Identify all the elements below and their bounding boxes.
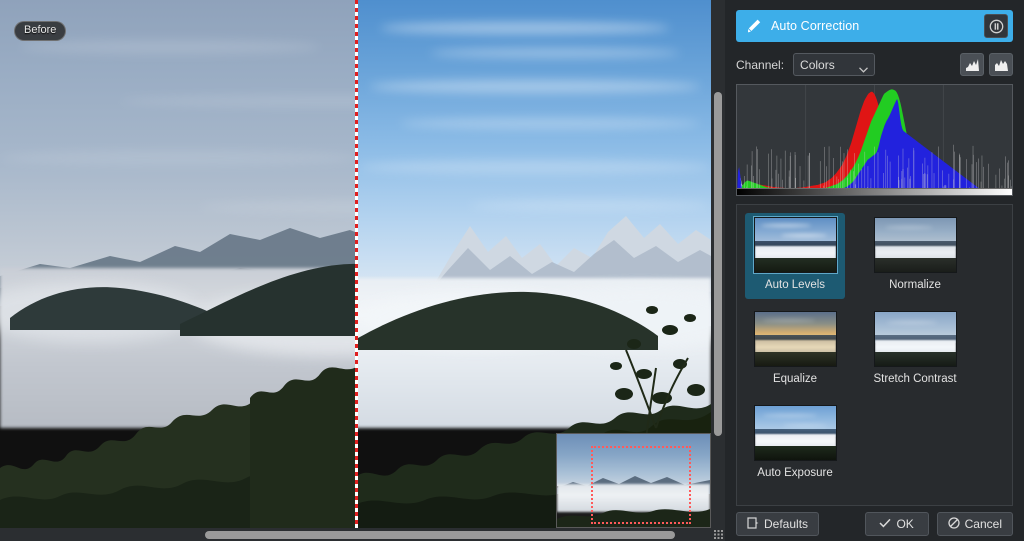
- channel-select-value: Colors: [800, 58, 835, 72]
- image-preview-canvas[interactable]: Before: [0, 0, 711, 528]
- preset-thumbnail: [754, 217, 837, 273]
- cancel-icon: [948, 517, 960, 532]
- preview-before-pane: Before: [0, 0, 357, 528]
- preset-stretch-contrast[interactable]: Stretch Contrast: [865, 307, 965, 393]
- channel-label: Channel:: [736, 58, 784, 72]
- channel-select[interactable]: Colors: [793, 53, 875, 76]
- check-icon: [879, 517, 891, 532]
- preset-label: Auto Levels: [765, 278, 825, 292]
- preview-vertical-scrollbar[interactable]: [711, 0, 725, 528]
- magic-wand-icon: [746, 18, 762, 34]
- tool-settings-panel: Auto Correction Channel: Colors Auto Lev…: [725, 0, 1024, 541]
- preset-thumbnail: [874, 311, 957, 367]
- preset-equalize[interactable]: Equalize: [745, 307, 845, 393]
- chevron-down-icon: [859, 62, 868, 76]
- dialog-footer: Defaults OK Cancel: [736, 512, 1013, 536]
- defaults-button[interactable]: Defaults: [736, 512, 819, 536]
- resize-grip[interactable]: [711, 528, 725, 541]
- preset-thumbnail: [874, 217, 957, 273]
- preview-horizontal-scrollbar[interactable]: [0, 528, 711, 541]
- revert-icon: [747, 517, 759, 532]
- cancel-button-label: Cancel: [965, 517, 1002, 531]
- ok-button[interactable]: OK: [865, 512, 929, 536]
- histogram-tonal-gradient-bar: [737, 188, 1012, 195]
- before-label: Before: [14, 21, 66, 41]
- navigator-viewport-selection[interactable]: [591, 446, 691, 524]
- histogram-linear-icon[interactable]: [960, 53, 984, 76]
- preset-normalize[interactable]: Normalize: [865, 213, 965, 299]
- navigator-thumbnail[interactable]: [556, 433, 711, 528]
- preset-auto-exposure[interactable]: Auto Exposure: [745, 401, 845, 487]
- preview-vertical-scrollbar-thumb[interactable]: [714, 92, 722, 436]
- preset-auto-levels[interactable]: Auto Levels: [745, 213, 845, 299]
- histogram-plot: [737, 85, 1012, 195]
- cancel-button[interactable]: Cancel: [937, 512, 1013, 536]
- preset-label: Normalize: [889, 278, 941, 292]
- auto-correction-dialog: Before Auto Correction Channel: Colors A…: [0, 0, 1024, 541]
- foreground-shrub-before: [250, 278, 357, 528]
- preview-horizontal-scrollbar-thumb[interactable]: [205, 531, 675, 539]
- tool-header-bar: Auto Correction: [736, 10, 1013, 42]
- ok-button-label: OK: [896, 517, 913, 531]
- histogram-logarithmic-icon[interactable]: [989, 53, 1013, 76]
- defaults-button-label: Defaults: [764, 517, 808, 531]
- preset-label: Auto Exposure: [757, 466, 832, 480]
- preset-thumbnail: [754, 405, 837, 461]
- histogram-chart[interactable]: [736, 84, 1013, 196]
- presets-grid: Auto Levels Normalize Equalize Stretch C…: [736, 204, 1013, 506]
- before-after-split-divider[interactable]: [355, 0, 358, 528]
- preset-label: Stretch Contrast: [873, 372, 956, 386]
- tool-title: Auto Correction: [771, 19, 859, 33]
- preset-thumbnail: [754, 311, 837, 367]
- info-circle-icon[interactable]: [984, 14, 1008, 38]
- channel-row: Channel: Colors: [736, 53, 1013, 76]
- preset-label: Equalize: [773, 372, 817, 386]
